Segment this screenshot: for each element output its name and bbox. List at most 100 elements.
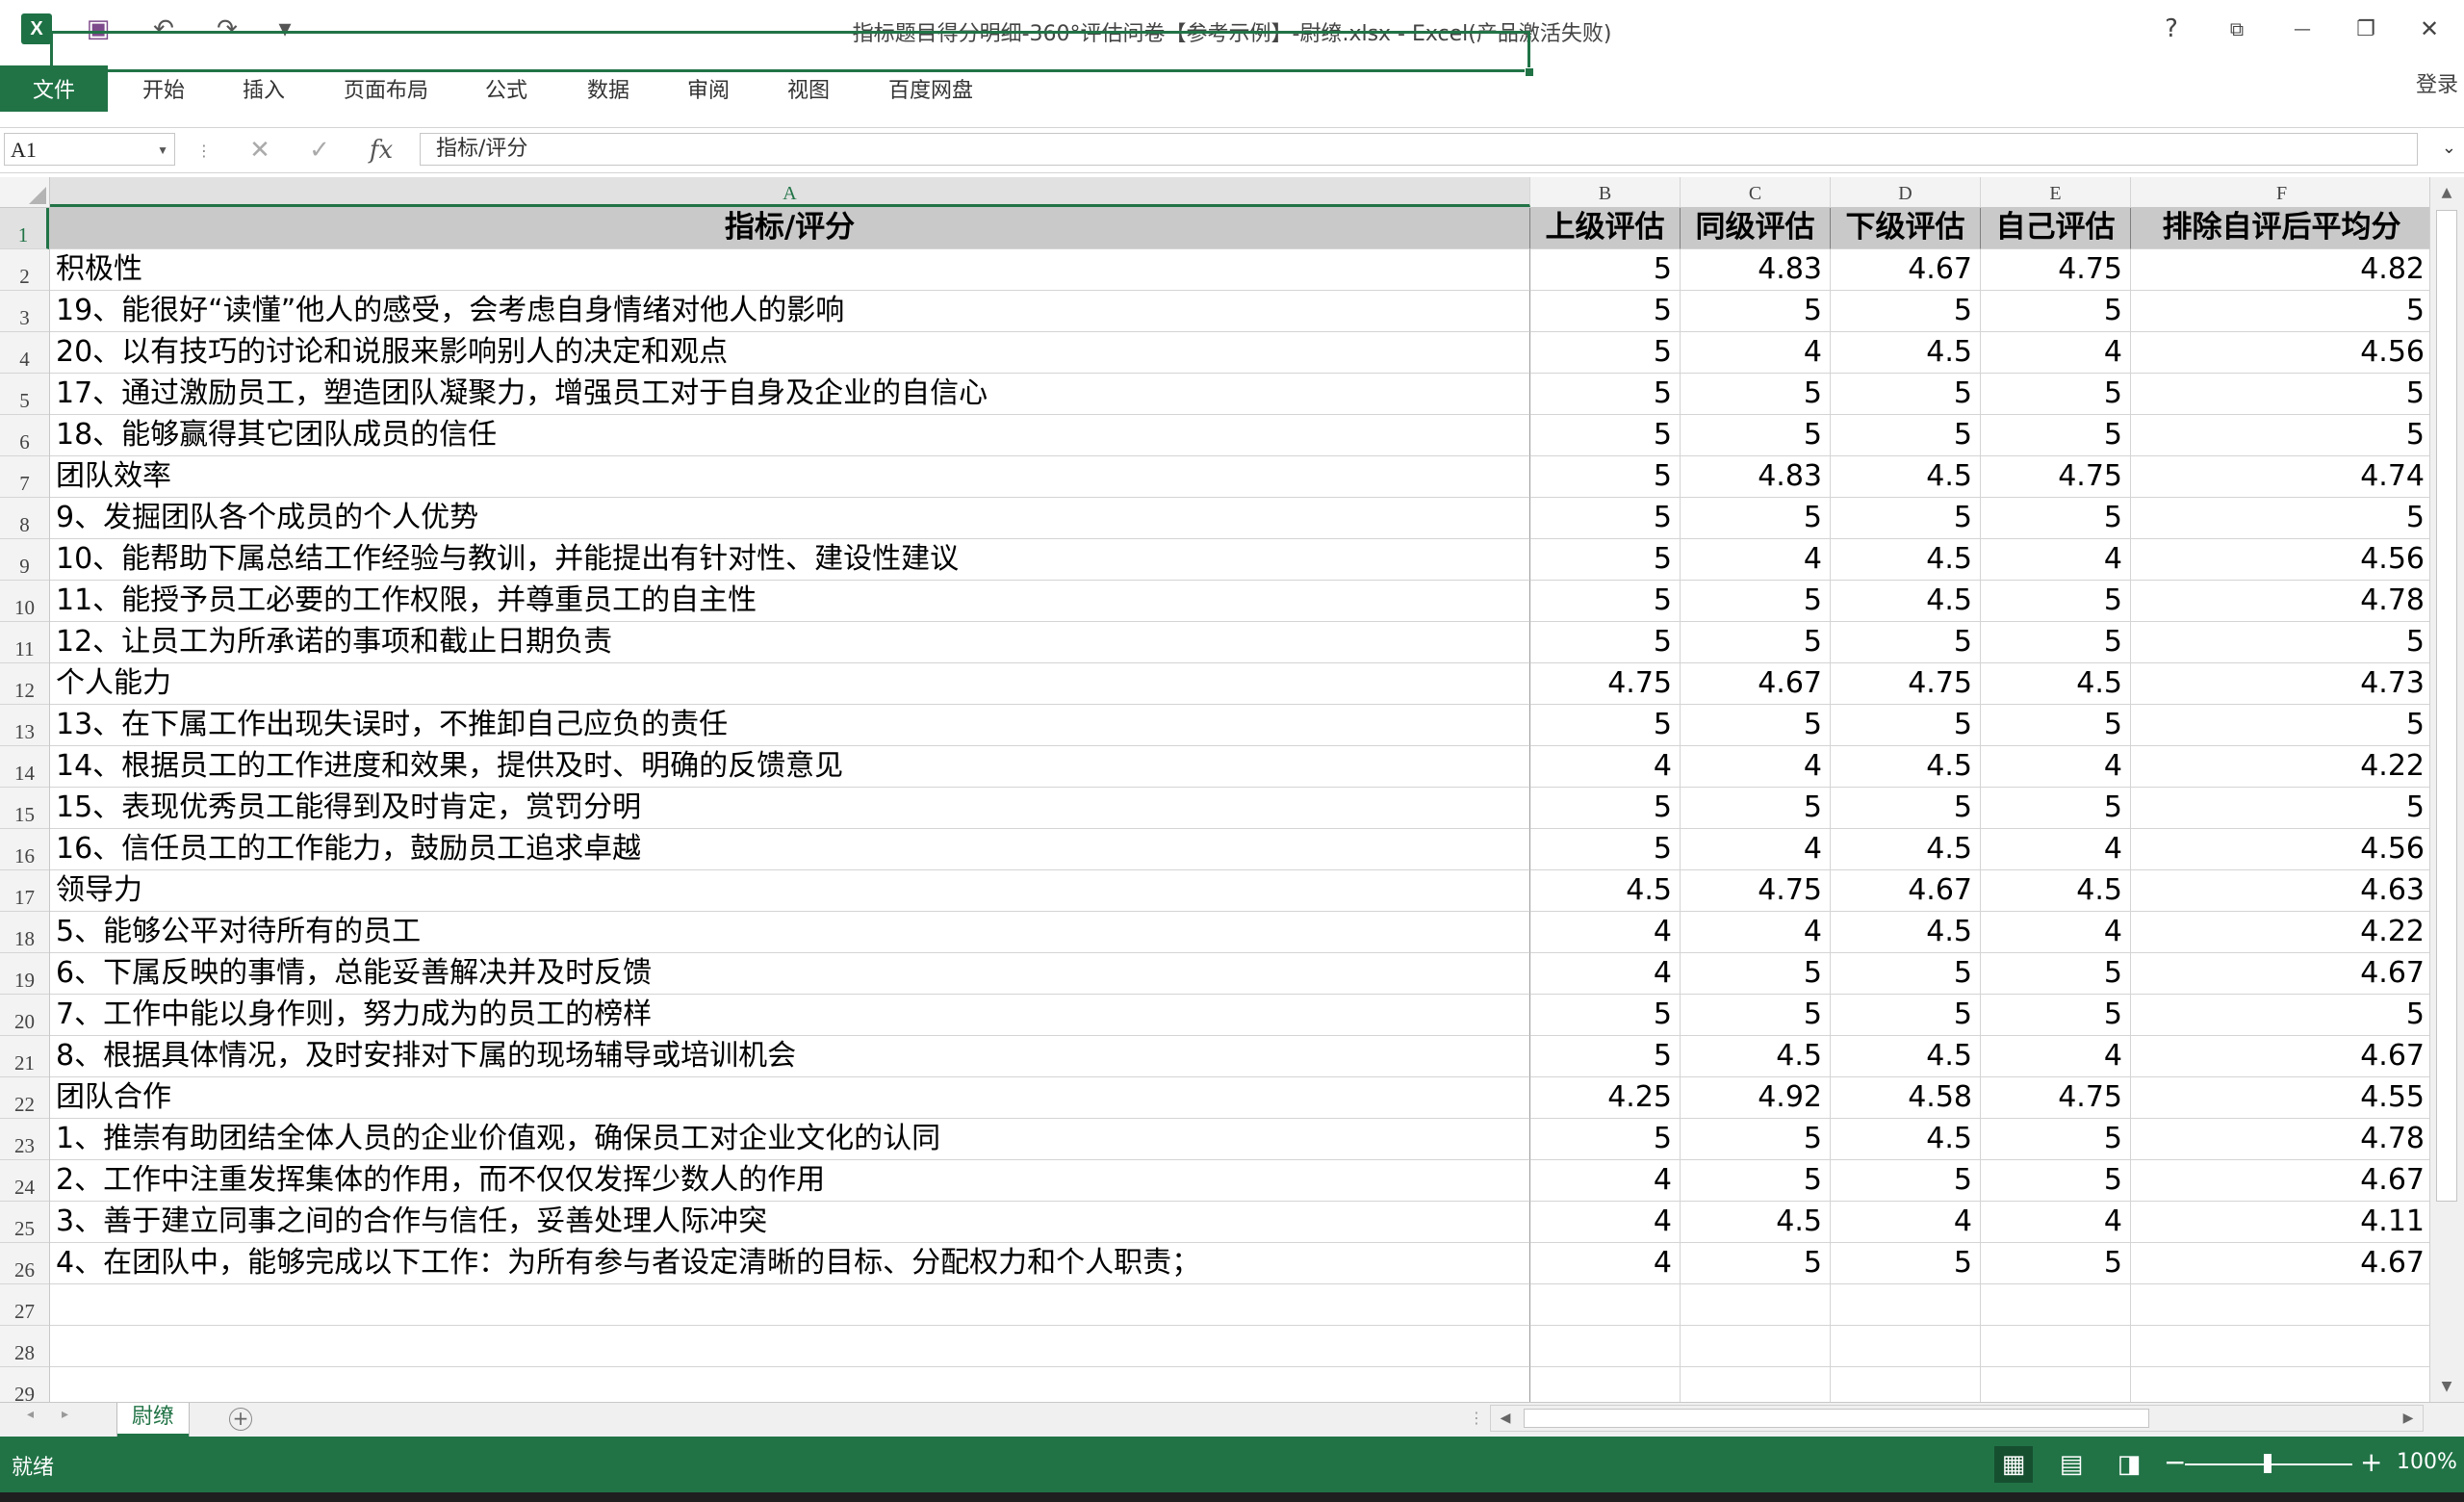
cell-d8[interactable]: 5 (1831, 498, 1981, 539)
row-header-5[interactable]: 5 (0, 374, 49, 415)
row-header-20[interactable]: 20 (0, 995, 49, 1036)
row-header-8[interactable]: 8 (0, 498, 49, 539)
cell-a5[interactable]: 17、通过激励员工，塑造团队凝聚力，增强员工对于自身及企业的自信心 (50, 374, 1530, 415)
cell-b3[interactable]: 5 (1530, 291, 1681, 332)
cell-f16[interactable]: 4.56 (2131, 829, 2429, 870)
tab-view[interactable]: 视图 (770, 65, 847, 112)
row-header-6[interactable]: 6 (0, 415, 49, 456)
cell-e12[interactable]: 4.5 (1981, 663, 2131, 705)
cell-d24[interactable]: 5 (1831, 1160, 1981, 1202)
tab-split-handle[interactable]: ⋮ (1469, 1409, 1484, 1427)
name-box[interactable]: A1 ▼ (4, 133, 175, 166)
cell-d14[interactable]: 4.5 (1831, 746, 1981, 788)
minimize-button[interactable]: — (2275, 10, 2329, 48)
cell-f8[interactable]: 5 (2131, 498, 2429, 539)
formula-bar-grip-icon[interactable]: ⋮ (185, 136, 223, 165)
tab-review[interactable]: 审阅 (670, 65, 747, 112)
cell-d11[interactable]: 5 (1831, 622, 1981, 663)
enter-entry-icon[interactable]: ✓ (300, 136, 339, 165)
cell-b9[interactable]: 5 (1530, 539, 1681, 581)
tab-data[interactable]: 数据 (570, 65, 647, 112)
cell-a2[interactable]: 积极性 (50, 249, 1530, 291)
cell-f24[interactable]: 4.67 (2131, 1160, 2429, 1202)
cell-f11[interactable]: 5 (2131, 622, 2429, 663)
cell-c8[interactable]: 5 (1681, 498, 1831, 539)
cell-f13[interactable]: 5 (2131, 705, 2429, 746)
cell-b2[interactable]: 5 (1530, 249, 1681, 291)
cell-c29[interactable] (1681, 1367, 1831, 1402)
row-header-11[interactable]: 11 (0, 622, 49, 663)
cell-d16[interactable]: 4.5 (1831, 829, 1981, 870)
cell-e4[interactable]: 4 (1981, 332, 2131, 374)
cell-d18[interactable]: 4.5 (1831, 912, 1981, 953)
cell-e16[interactable]: 4 (1981, 829, 2131, 870)
cell-d23[interactable]: 4.5 (1831, 1119, 1981, 1160)
cell-b23[interactable]: 5 (1530, 1119, 1681, 1160)
row-header-25[interactable]: 25 (0, 1202, 49, 1243)
row-header-7[interactable]: 7 (0, 456, 49, 498)
cell-d28[interactable] (1831, 1326, 1981, 1367)
cell-d21[interactable]: 4.5 (1831, 1036, 1981, 1077)
cell-a14[interactable]: 14、根据员工的工作进度和效果，提供及时、明确的反馈意见 (50, 746, 1530, 788)
scroll-up-icon[interactable]: ▲ (2430, 179, 2463, 206)
cell-c18[interactable]: 4 (1681, 912, 1831, 953)
cell-b7[interactable]: 5 (1530, 456, 1681, 498)
normal-view-icon[interactable]: ▦ (1994, 1446, 2033, 1483)
previous-sheet-icon[interactable]: ◂ (27, 1407, 34, 1422)
horizontal-scroll-thumb[interactable] (1524, 1409, 2149, 1428)
scroll-down-icon[interactable]: ▼ (2430, 1373, 2463, 1400)
header-cell-f[interactable]: 排除自评后平均分 (2131, 208, 2429, 249)
cell-a13[interactable]: 13、在下属工作出现失误时，不推卸自己应负的责任 (50, 705, 1530, 746)
cell-d4[interactable]: 4.5 (1831, 332, 1981, 374)
cell-a16[interactable]: 16、信任员工的工作能力，鼓励员工追求卓越 (50, 829, 1530, 870)
cell-f19[interactable]: 4.67 (2131, 953, 2429, 995)
cell-f28[interactable] (2131, 1326, 2429, 1367)
cell-b26[interactable]: 4 (1530, 1243, 1681, 1284)
cell-e26[interactable]: 5 (1981, 1243, 2131, 1284)
cell-c12[interactable]: 4.67 (1681, 663, 1831, 705)
cell-f29[interactable] (2131, 1367, 2429, 1402)
cell-e5[interactable]: 5 (1981, 374, 2131, 415)
cell-e8[interactable]: 5 (1981, 498, 2131, 539)
cancel-entry-icon[interactable]: ✕ (241, 136, 279, 165)
cell-b5[interactable]: 5 (1530, 374, 1681, 415)
cell-a3[interactable]: 19、能很好“读懂”他人的感受，会考虑自身情绪对他人的影响 (50, 291, 1530, 332)
cell-f2[interactable]: 4.82 (2131, 249, 2429, 291)
cell-c5[interactable]: 5 (1681, 374, 1831, 415)
cell-e25[interactable]: 4 (1981, 1202, 2131, 1243)
cell-f25[interactable]: 4.11 (2131, 1202, 2429, 1243)
cell-a6[interactable]: 18、能够赢得其它团队成员的信任 (50, 415, 1530, 456)
cell-c19[interactable]: 5 (1681, 953, 1831, 995)
expand-formula-bar-icon[interactable]: ⌄ (2442, 138, 2456, 158)
cell-a27[interactable] (50, 1284, 1530, 1326)
cell-d13[interactable]: 5 (1831, 705, 1981, 746)
cell-a23[interactable]: 1、推崇有助团结全体人员的企业价值观，确保员工对企业文化的认同 (50, 1119, 1530, 1160)
cell-d27[interactable] (1831, 1284, 1981, 1326)
cell-b12[interactable]: 4.75 (1530, 663, 1681, 705)
cell-e18[interactable]: 4 (1981, 912, 2131, 953)
add-sheet-icon[interactable]: + (229, 1408, 252, 1431)
cell-a19[interactable]: 6、下属反映的事情，总能妥善解决并及时反馈 (50, 953, 1530, 995)
cell-f12[interactable]: 4.73 (2131, 663, 2429, 705)
fill-handle[interactable] (1525, 67, 1534, 77)
header-cell-c[interactable]: 同级评估 (1681, 208, 1831, 249)
sheet-tab-active[interactable]: 尉缭 (117, 1403, 189, 1437)
cell-a26[interactable]: 4、在团队中，能够完成以下工作：为所有参与者设定清晰的目标、分配权力和个人职责； (50, 1243, 1530, 1284)
row-header-13[interactable]: 13 (0, 705, 49, 746)
cell-e15[interactable]: 5 (1981, 788, 2131, 829)
vertical-scrollbar[interactable]: ▲ ▼ (2429, 177, 2464, 1402)
sign-in-link[interactable]: 登录 (2416, 67, 2458, 98)
cell-c22[interactable]: 4.92 (1681, 1077, 1831, 1119)
cell-b24[interactable]: 4 (1530, 1160, 1681, 1202)
cell-d17[interactable]: 4.67 (1831, 870, 1981, 912)
cell-d15[interactable]: 5 (1831, 788, 1981, 829)
cell-b13[interactable]: 5 (1530, 705, 1681, 746)
cell-d7[interactable]: 4.5 (1831, 456, 1981, 498)
tab-page-layout[interactable]: 页面布局 (327, 65, 445, 112)
cell-b19[interactable]: 4 (1530, 953, 1681, 995)
cell-b20[interactable]: 5 (1530, 995, 1681, 1036)
cell-c2[interactable]: 4.83 (1681, 249, 1831, 291)
cell-d19[interactable]: 5 (1831, 953, 1981, 995)
cell-c24[interactable]: 5 (1681, 1160, 1831, 1202)
cell-a7[interactable]: 团队效率 (50, 456, 1530, 498)
